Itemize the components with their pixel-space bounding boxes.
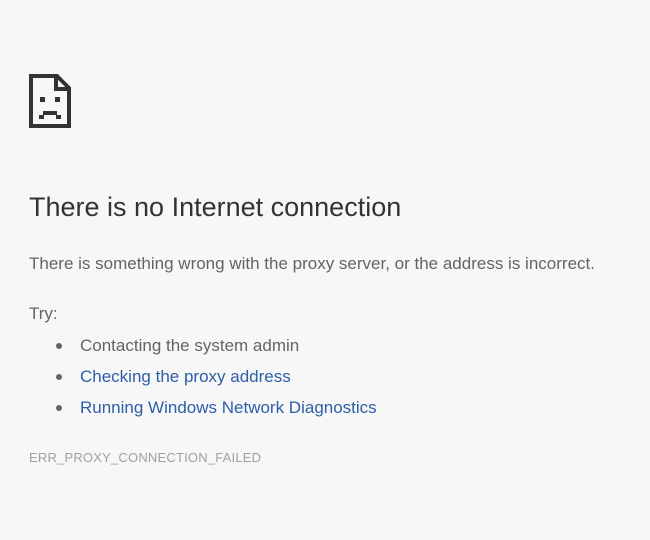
suggestion-check-proxy: Checking the proxy address bbox=[29, 366, 377, 397]
suggestions-list: Contacting the system admin Checking the… bbox=[29, 335, 377, 428]
error-page: There is no Internet connection There is… bbox=[29, 0, 650, 540]
check-proxy-link[interactable]: Checking the proxy address bbox=[80, 367, 291, 386]
suggestion-network-diagnostics: Running Windows Network Diagnostics bbox=[29, 397, 377, 428]
bullet-icon bbox=[56, 405, 62, 411]
bullet-icon bbox=[56, 374, 62, 380]
error-code: ERR_PROXY_CONNECTION_FAILED bbox=[29, 450, 262, 465]
bullet-icon bbox=[56, 343, 62, 349]
network-diagnostics-link[interactable]: Running Windows Network Diagnostics bbox=[80, 398, 377, 417]
sad-page-icon bbox=[29, 74, 71, 128]
suggestion-contact-admin: Contacting the system admin bbox=[29, 335, 377, 366]
error-headline: There is no Internet connection bbox=[29, 192, 402, 222]
suggestion-text: Contacting the system admin bbox=[80, 336, 300, 355]
error-description: There is something wrong with the proxy … bbox=[29, 254, 595, 273]
try-label: Try: bbox=[29, 304, 58, 323]
